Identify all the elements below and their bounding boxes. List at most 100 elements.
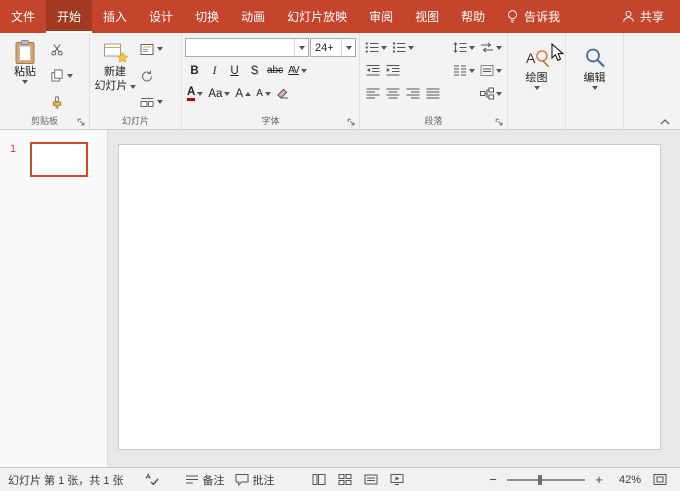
tab-help[interactable]: 帮助 bbox=[450, 0, 496, 33]
font-name-dropdown[interactable] bbox=[294, 39, 308, 56]
convert-to-smartart-button[interactable] bbox=[478, 84, 504, 103]
line-spacing-icon bbox=[453, 41, 467, 54]
increase-indent-icon bbox=[386, 64, 400, 77]
align-right-icon bbox=[406, 87, 420, 100]
justify-button[interactable] bbox=[423, 84, 442, 103]
dialog-launcher-icon bbox=[346, 117, 356, 127]
font-size-dropdown[interactable] bbox=[341, 39, 355, 56]
tab-home[interactable]: 开始 bbox=[46, 0, 93, 33]
tab-slide-show[interactable]: 幻灯片放映 bbox=[276, 0, 358, 33]
tab-insert[interactable]: 插入 bbox=[92, 0, 138, 33]
tab-transitions[interactable]: 切换 bbox=[184, 0, 230, 33]
numbering-button[interactable] bbox=[390, 38, 416, 57]
tab-design[interactable]: 设计 bbox=[138, 0, 184, 33]
zoom-slider[interactable] bbox=[507, 474, 585, 485]
slide-thumbnail[interactable] bbox=[30, 142, 88, 177]
align-text-button[interactable] bbox=[478, 61, 504, 80]
section-button[interactable] bbox=[137, 93, 166, 111]
character-spacing-button[interactable]: AV bbox=[286, 61, 309, 80]
status-bar: 幻灯片 第 1 张，共 1 张 备注 批注 − + 42% bbox=[0, 467, 680, 491]
font-name-select[interactable] bbox=[185, 38, 309, 57]
columns-icon bbox=[453, 64, 467, 77]
font-dialog-launcher[interactable] bbox=[345, 116, 356, 127]
draw-label: 绘图 bbox=[525, 72, 548, 84]
underline-button[interactable]: U bbox=[225, 61, 244, 80]
spell-check-icon bbox=[145, 473, 159, 486]
numbering-dropdown-arrow-icon bbox=[408, 45, 414, 50]
text-direction-icon bbox=[480, 41, 494, 54]
fit-slide-button[interactable] bbox=[648, 473, 672, 486]
zoom-slider-thumb[interactable] bbox=[537, 474, 542, 485]
smartart-dropdown-arrow-icon bbox=[496, 91, 502, 96]
slide-layout-button[interactable] bbox=[137, 40, 166, 58]
cut-button[interactable] bbox=[47, 40, 76, 58]
font-group-label: 字体 bbox=[261, 116, 280, 126]
search-icon bbox=[582, 45, 608, 71]
align-right-button[interactable] bbox=[403, 84, 422, 103]
edit-button[interactable]: 编辑 bbox=[569, 37, 620, 90]
slide-number-status: 幻灯片 第 1 张，共 1 张 bbox=[8, 474, 124, 487]
notes-button[interactable]: 备注 bbox=[180, 468, 230, 491]
columns-button[interactable] bbox=[451, 61, 477, 80]
paragraph-group-label: 段落 bbox=[424, 116, 443, 126]
reading-view-button[interactable] bbox=[358, 473, 384, 486]
clipboard-dialog-launcher[interactable] bbox=[75, 116, 86, 127]
draw-button[interactable]: 绘图 bbox=[511, 37, 562, 90]
paragraph-dialog-launcher[interactable] bbox=[493, 116, 504, 127]
person-icon bbox=[622, 10, 635, 23]
increase-indent-button[interactable] bbox=[383, 61, 402, 80]
tab-review[interactable]: 审阅 bbox=[358, 0, 404, 33]
slide-layout-icon bbox=[140, 43, 154, 56]
text-shadow-button[interactable]: S bbox=[245, 61, 264, 80]
comments-label: 批注 bbox=[252, 474, 275, 487]
slide-show-button[interactable] bbox=[384, 473, 410, 486]
tab-file[interactable]: 文件 bbox=[0, 0, 46, 33]
zoom-percentage[interactable]: 42% bbox=[613, 474, 641, 486]
paragraph-group: 段落 bbox=[360, 33, 508, 129]
tell-me-button[interactable]: 告诉我 bbox=[496, 0, 570, 33]
notes-icon bbox=[185, 473, 199, 486]
grow-font-button[interactable]: A bbox=[233, 84, 253, 103]
line-spacing-button[interactable] bbox=[451, 38, 477, 57]
decrease-indent-button[interactable] bbox=[363, 61, 382, 80]
strikethrough-button[interactable]: abc bbox=[265, 61, 285, 80]
notes-label: 备注 bbox=[202, 474, 225, 487]
text-direction-button[interactable] bbox=[478, 38, 504, 57]
align-left-button[interactable] bbox=[363, 84, 382, 103]
clear-formatting-button[interactable] bbox=[274, 84, 293, 103]
italic-button[interactable]: I bbox=[205, 61, 224, 80]
collapse-ribbon-button[interactable] bbox=[659, 117, 671, 126]
new-slide-icon bbox=[102, 39, 128, 65]
shrink-font-button[interactable]: A bbox=[254, 84, 273, 103]
slide-thumbnail-panel: 1 bbox=[0, 130, 108, 467]
spell-check-button[interactable] bbox=[140, 468, 164, 491]
bold-button[interactable]: B bbox=[185, 61, 204, 80]
zoom-in-button[interactable]: + bbox=[592, 472, 606, 487]
tab-animations[interactable]: 动画 bbox=[230, 0, 276, 33]
change-case-button[interactable]: Aa bbox=[206, 84, 232, 103]
normal-view-button[interactable] bbox=[306, 473, 332, 486]
new-slide-button[interactable]: 新建 幻灯片 bbox=[93, 37, 137, 113]
align-center-button[interactable] bbox=[383, 84, 402, 103]
font-color-button[interactable]: A bbox=[185, 84, 205, 103]
workspace: 1 bbox=[0, 130, 680, 467]
format-painter-button[interactable] bbox=[47, 93, 76, 111]
slide-canvas[interactable] bbox=[118, 144, 661, 450]
grow-font-arrow-icon bbox=[245, 91, 252, 96]
zoom-out-button[interactable]: − bbox=[486, 472, 500, 487]
spacing-dropdown-arrow-icon bbox=[300, 68, 307, 73]
bullets-button[interactable] bbox=[363, 38, 389, 57]
slide-show-icon bbox=[390, 473, 404, 486]
share-button[interactable]: 共享 bbox=[612, 0, 680, 33]
font-size-dropdown-arrow-icon bbox=[345, 45, 352, 50]
font-size-select[interactable]: 24+ bbox=[310, 38, 356, 57]
paste-button[interactable]: 粘贴 bbox=[3, 37, 47, 113]
comments-button[interactable]: 批注 bbox=[230, 468, 280, 491]
tab-view[interactable]: 视图 bbox=[404, 0, 450, 33]
font-group: 24+ B I U S abc AV A Aa A A 字体 bbox=[182, 33, 360, 129]
layout-dropdown-arrow-icon bbox=[157, 47, 163, 51]
decrease-indent-icon bbox=[366, 64, 380, 77]
slide-sorter-view-button[interactable] bbox=[332, 473, 358, 486]
copy-button[interactable] bbox=[47, 67, 76, 85]
reset-slide-button[interactable] bbox=[137, 67, 166, 85]
